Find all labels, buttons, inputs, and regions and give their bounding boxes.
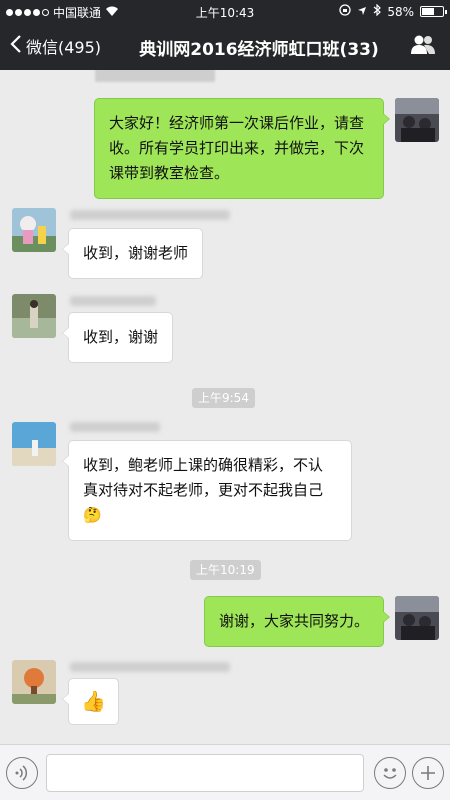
voice-icon [7, 765, 37, 792]
emoji-button[interactable] [374, 757, 406, 789]
group-members-button[interactable] [410, 34, 436, 60]
message-text: 收到，谢谢 [83, 328, 159, 346]
message-bubble[interactable]: 收到，鲍老师上课的确很精彩，不认真对待对不起老师，更对不起我自己🤔 [62, 440, 352, 541]
people-icon [410, 35, 436, 60]
message-bubble[interactable]: 收到，谢谢老师 [61, 228, 204, 279]
status-right: 58% [339, 3, 447, 19]
avatar[interactable] [395, 596, 439, 640]
avatar[interactable] [12, 208, 56, 252]
timestamp: 上午10:19 [190, 560, 261, 580]
voice-button[interactable] [6, 757, 38, 789]
back-label: 微信(495) [26, 38, 102, 57]
rotation-lock-icon [339, 4, 351, 19]
avatar[interactable] [12, 422, 56, 466]
location-icon [357, 5, 367, 19]
chevron-left-icon [10, 34, 22, 58]
chat-area[interactable]: 大家好！经济师第一次课后作业，请查收。所有学员打印出来，并做完，下次课带到教室检… [0, 70, 450, 744]
message-input[interactable] [46, 754, 364, 792]
battery-icon [420, 6, 447, 17]
back-button[interactable]: 微信(495) [10, 34, 101, 58]
message-text: 收到，谢谢老师 [83, 244, 189, 262]
bluetooth-icon [373, 3, 382, 19]
avatar[interactable] [395, 98, 439, 142]
sender-name [70, 296, 156, 306]
thumbs-up-emoji: 👍 [81, 689, 106, 713]
avatar[interactable] [12, 294, 56, 338]
status-bar: 中国联通 上午10:43 58% [0, 0, 450, 22]
message-bubble[interactable]: 大家好！经济师第一次课后作业，请查收。所有学员打印出来，并做完，下次课带到教室检… [94, 98, 390, 199]
message-text: 谢谢，大家共同努力。 [218, 612, 369, 630]
message-text: 大家好！经济师第一次课后作业，请查收。所有学员打印出来，并做完，下次课带到教室检… [109, 114, 365, 182]
plus-icon [413, 766, 443, 792]
battery-percent: 58% [387, 4, 414, 19]
system-note [95, 70, 215, 82]
nav-bar: 微信(495) 典训网2016经济师虹口班(33) [0, 22, 450, 70]
smiley-icon [375, 768, 405, 792]
sender-name [70, 210, 230, 220]
sender-name [70, 422, 160, 432]
timestamp: 上午9:54 [192, 388, 255, 408]
sender-name [70, 662, 230, 672]
message-text: 收到，鲍老师上课的确很精彩，不认真对待对不起老师，更对不起我自己🤔 [83, 456, 324, 524]
avatar[interactable] [12, 660, 56, 704]
message-bubble[interactable]: 👍 [62, 678, 119, 725]
message-bubble[interactable]: 谢谢，大家共同努力。 [203, 596, 391, 647]
battery-level [422, 8, 434, 15]
message-bubble[interactable]: 收到，谢谢 [61, 312, 174, 363]
chat-title: 典训网2016经济师虹口班(33) [139, 40, 379, 60]
input-bar [0, 744, 450, 800]
more-button[interactable] [412, 757, 444, 789]
